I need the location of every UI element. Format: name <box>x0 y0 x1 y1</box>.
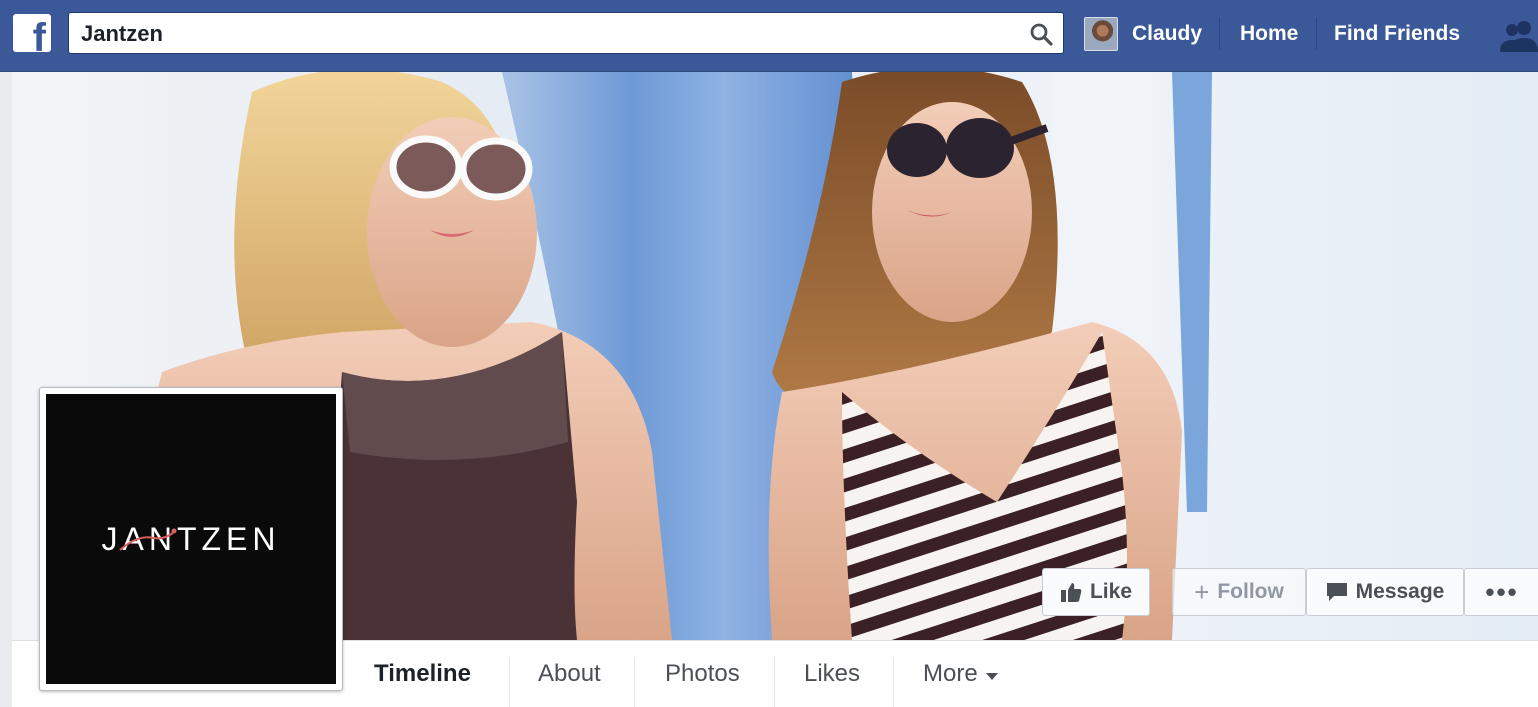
caret-down-icon <box>985 672 998 680</box>
tab-photos[interactable]: Photos <box>665 641 740 707</box>
tab-divider <box>509 657 510 707</box>
profile-name[interactable]: Claudy <box>1132 22 1202 46</box>
search-input[interactable] <box>79 19 1013 49</box>
message-icon <box>1326 583 1347 601</box>
brand-logo: JANTZEN <box>46 394 336 684</box>
tab-divider <box>893 657 894 707</box>
message-label: Message <box>1355 580 1445 603</box>
tab-likes[interactable]: Likes <box>804 641 860 707</box>
more-dots-icon: ••• <box>1485 576 1519 607</box>
plus-icon: + <box>1194 576 1210 607</box>
search-box[interactable] <box>68 12 1064 54</box>
diving-girl-logo-icon <box>119 528 177 551</box>
profile-picture[interactable]: JANTZEN <box>39 387 343 691</box>
follow-button[interactable]: + Follow <box>1172 568 1306 616</box>
thumbs-up-icon <box>1060 583 1082 602</box>
tab-about[interactable]: About <box>538 641 601 707</box>
follow-label: Follow <box>1217 580 1284 603</box>
tab-more[interactable]: More <box>923 641 998 707</box>
tab-timeline[interactable]: Timeline <box>374 641 471 707</box>
find-friends-link[interactable]: Find Friends <box>1334 22 1460 46</box>
nav-divider <box>1316 18 1317 50</box>
friends-icon[interactable] <box>1500 18 1538 52</box>
nav-divider <box>1219 18 1220 50</box>
top-navigation-bar: f Claudy Home Find Friends <box>0 0 1538 72</box>
search-icon[interactable] <box>1029 22 1053 46</box>
tab-divider <box>774 657 775 707</box>
avatar[interactable] <box>1084 17 1118 51</box>
like-label: Like <box>1089 580 1133 603</box>
more-options-button[interactable]: ••• <box>1464 568 1538 616</box>
tab-more-label: More <box>923 660 978 687</box>
home-link[interactable]: Home <box>1240 22 1298 46</box>
message-button[interactable]: Message <box>1306 568 1464 616</box>
tab-divider <box>634 657 635 707</box>
like-button[interactable]: Like <box>1042 568 1150 616</box>
profile-link[interactable]: Claudy <box>1084 16 1202 52</box>
facebook-logo-icon[interactable]: f <box>13 14 51 52</box>
